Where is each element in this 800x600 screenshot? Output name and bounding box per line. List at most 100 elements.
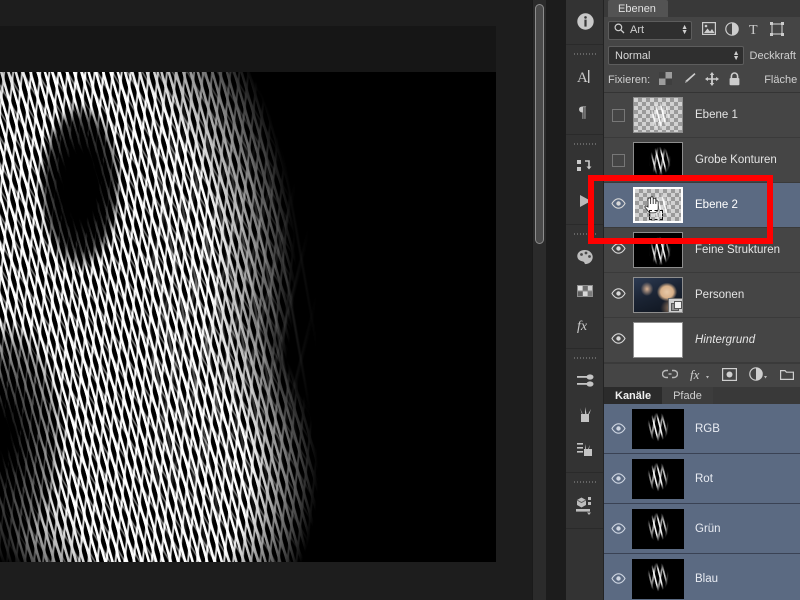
- svg-text:T: T: [749, 23, 758, 36]
- swatches-icon[interactable]: [566, 274, 604, 308]
- brush-presets-icon[interactable]: [566, 398, 604, 432]
- layer-row[interactable]: Ebene 1: [604, 93, 800, 138]
- thumbnail-hair-art: [632, 458, 684, 499]
- layer-thumbnail-cell[interactable]: [629, 97, 687, 133]
- dock-grip[interactable]: [573, 480, 596, 486]
- layer-thumbnail-cell[interactable]: [629, 142, 687, 178]
- new-group-icon[interactable]: [780, 368, 794, 383]
- layer-row[interactable]: Ebene 2: [604, 183, 800, 228]
- dock-grip[interactable]: [573, 142, 596, 148]
- channel-name[interactable]: Grün: [687, 523, 800, 535]
- dock-group-brush: [566, 349, 603, 473]
- channel-row[interactable]: Rot: [604, 454, 800, 504]
- blend-mode-select[interactable]: Normal ▲ ▼: [608, 46, 744, 65]
- layer-name[interactable]: Grobe Konturen: [687, 154, 800, 166]
- lock-image-icon[interactable]: [681, 72, 696, 89]
- tab-kanaele[interactable]: Kanäle: [604, 387, 663, 404]
- document-vertical-scrollbar[interactable]: [532, 0, 546, 600]
- document-area: [0, 0, 546, 600]
- layer-visibility-toggle[interactable]: [607, 153, 629, 167]
- 3d-icon[interactable]: [566, 488, 604, 522]
- dock-grip[interactable]: [573, 232, 596, 238]
- blend-stepper-icon[interactable]: ▲ ▼: [733, 50, 740, 62]
- timeline-icon[interactable]: [566, 184, 604, 218]
- canvas-top-margin: [0, 26, 496, 72]
- layer-mask-icon[interactable]: [722, 367, 738, 384]
- eye-off-icon[interactable]: [611, 108, 625, 122]
- character-icon[interactable]: A: [566, 60, 604, 94]
- layer-name[interactable]: Feine Strukturen: [687, 244, 800, 256]
- channel-row[interactable]: Grün: [604, 504, 800, 554]
- scrollbar-thumb[interactable]: [535, 4, 544, 244]
- channel-row[interactable]: RGB: [604, 404, 800, 454]
- channel-thumbnail-cell: [629, 408, 687, 449]
- eye-icon[interactable]: [610, 243, 626, 257]
- image-canvas[interactable]: [0, 26, 496, 562]
- link-layers-icon[interactable]: [661, 368, 679, 383]
- layer-visibility-toggle[interactable]: [607, 333, 629, 347]
- brush-settings-icon[interactable]: [566, 432, 604, 466]
- channel-visibility-toggle[interactable]: [607, 423, 629, 434]
- filter-type-icon[interactable]: T: [748, 22, 761, 39]
- eye-icon[interactable]: [610, 288, 626, 302]
- styles-icon[interactable]: fx: [566, 308, 604, 342]
- layer-row[interactable]: Personen: [604, 273, 800, 318]
- layer-row[interactable]: Feine Strukturen: [604, 228, 800, 273]
- svg-text:¶: ¶: [579, 104, 587, 120]
- layer-thumbnail-cell[interactable]: [629, 232, 687, 268]
- filter-adjustment-icon[interactable]: [725, 21, 739, 39]
- channel-thumbnail: [632, 458, 684, 499]
- dock-grip[interactable]: [573, 52, 596, 58]
- layer-visibility-toggle[interactable]: [607, 288, 629, 302]
- layer-name[interactable]: Personen: [687, 289, 800, 301]
- layer-visibility-toggle[interactable]: [607, 198, 629, 212]
- layer-thumbnail-cell[interactable]: [629, 187, 687, 223]
- layers-panel-tabstrip: Ebenen: [604, 0, 800, 17]
- smart-object-badge-icon: [668, 298, 682, 312]
- layer-visibility-toggle[interactable]: [607, 243, 629, 257]
- eye-icon[interactable]: [610, 333, 626, 347]
- layer-comps-icon[interactable]: [566, 150, 604, 184]
- thumbnail-hair-art: [634, 98, 682, 132]
- layer-row[interactable]: Grobe Konturen: [604, 138, 800, 183]
- layer-visibility-toggle[interactable]: [607, 108, 629, 122]
- channel-visibility-toggle[interactable]: [607, 473, 629, 484]
- layer-thumbnail-cell[interactable]: [629, 277, 687, 313]
- layer-row[interactable]: Hintergrund: [604, 318, 800, 363]
- channel-name[interactable]: Rot: [687, 473, 800, 485]
- paragraph-icon[interactable]: ¶: [566, 94, 604, 128]
- adjustments-icon[interactable]: [566, 364, 604, 398]
- dock-group-comps: [566, 135, 603, 225]
- lock-transparency-icon[interactable]: [659, 72, 673, 88]
- layer-thumbnail-cell[interactable]: [629, 322, 687, 358]
- color-icon[interactable]: [566, 240, 604, 274]
- dock-grip[interactable]: [573, 356, 596, 362]
- layer-style-fx-icon[interactable]: fx: [690, 367, 710, 384]
- adjustment-layer-icon[interactable]: [749, 367, 768, 384]
- filter-stepper-icon[interactable]: ▲ ▼: [681, 24, 688, 36]
- blend-mode-row: Normal ▲ ▼ Deckkraft: [604, 43, 800, 68]
- channel-name[interactable]: Blau: [687, 573, 800, 585]
- selection-marquee: [649, 210, 663, 220]
- app-root: A ¶ fx Ebenen Art ▲ ▼ T Normal ▲ ▼ Deckk…: [0, 0, 800, 600]
- channel-row[interactable]: Blau: [604, 554, 800, 600]
- channel-visibility-toggle[interactable]: [607, 523, 629, 534]
- channel-name[interactable]: RGB: [687, 423, 800, 435]
- lock-position-icon[interactable]: [705, 71, 720, 89]
- layer-name[interactable]: Hintergrund: [687, 334, 800, 346]
- layer-name[interactable]: Ebene 2: [687, 199, 800, 211]
- eye-icon[interactable]: [610, 198, 626, 212]
- info-icon[interactable]: [566, 4, 604, 38]
- layer-thumbnail: [633, 232, 683, 268]
- channel-thumbnail: [632, 408, 684, 449]
- filter-shape-icon[interactable]: [770, 21, 784, 39]
- channel-visibility-toggle[interactable]: [607, 573, 629, 584]
- channels-panel: Kanäle Pfade RGB Rot Grün Blau: [604, 387, 800, 600]
- filter-pixel-icon[interactable]: [702, 22, 717, 38]
- tab-ebenen[interactable]: Ebenen: [608, 0, 668, 17]
- layer-filter-type-select[interactable]: Art ▲ ▼: [608, 20, 692, 40]
- layer-name[interactable]: Ebene 1: [687, 109, 800, 121]
- eye-off-icon[interactable]: [611, 153, 625, 167]
- lock-all-icon[interactable]: [728, 71, 741, 89]
- tab-pfade[interactable]: Pfade: [662, 387, 713, 404]
